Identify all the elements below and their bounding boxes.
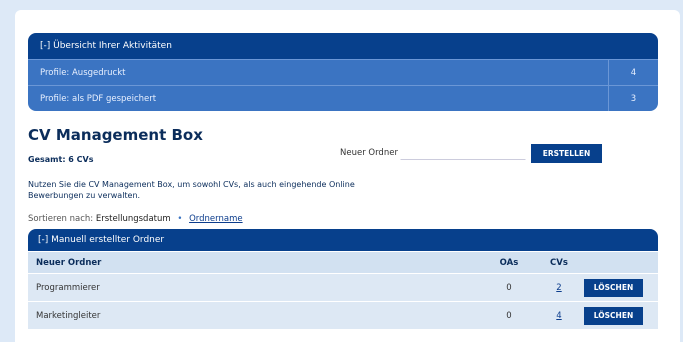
folder-oas: 0 [506,310,512,321]
activity-count: 3 [608,86,658,111]
activity-label: Profile: Ausgedruckt [40,67,126,78]
sort-by-folder-name-link[interactable]: Ordnername [189,214,243,224]
activity-row: Profile: Ausgedruckt 4 [28,59,658,85]
folder-oas: 0 [506,282,512,293]
table-row: Programmierer 0 2 LÖSCHEN [28,273,658,301]
activity-overview: [-] Übersicht Ihrer Aktivitäten Profile:… [28,33,658,111]
column-cvs: CVs [550,257,568,268]
sort-separator: • [177,214,183,224]
delete-button[interactable]: LÖSCHEN [584,278,643,297]
sort-label: Sortieren nach: [28,214,94,224]
table-row: Marketingleiter 0 4 LÖSCHEN [28,301,658,329]
activity-count: 4 [608,60,658,85]
total-cvs: Gesamt: 6 CVs [28,155,94,164]
sort-current: Erstellungsdatum [95,214,171,224]
activity-label: Profile: als PDF gespeichert [40,93,157,104]
info-text: Nutzen Sie die CV Management Box, um sow… [28,180,355,200]
column-oas: OAs [499,257,519,268]
folder-name: Programmierer [36,282,100,293]
folders-table: [-] Manuell erstellter Ordner Neuer Ordn… [28,229,658,329]
delete-button[interactable]: LÖSCHEN [584,306,643,325]
page-title: CV Management Box [28,126,203,144]
table-header: Neuer Ordner OAs CVs [28,251,658,273]
activity-overview-toggle[interactable]: [-] Übersicht Ihrer Aktivitäten [28,33,658,59]
folder-cvs-link[interactable]: 4 [556,311,561,321]
create-button[interactable]: ERSTELLEN [531,144,602,163]
folder-name: Marketingleiter [36,310,101,321]
folders-toggle[interactable]: [-] Manuell erstellter Ordner [28,229,658,251]
new-folder-label: Neuer Ordner [340,148,398,158]
column-name: Neuer Ordner [36,257,102,268]
folder-cvs-link[interactable]: 2 [556,283,561,293]
sort-bar: Sortieren nach: Erstellungsdatum • Ordne… [28,214,243,224]
new-folder-input[interactable] [400,145,526,160]
activity-row: Profile: als PDF gespeichert 3 [28,85,658,111]
